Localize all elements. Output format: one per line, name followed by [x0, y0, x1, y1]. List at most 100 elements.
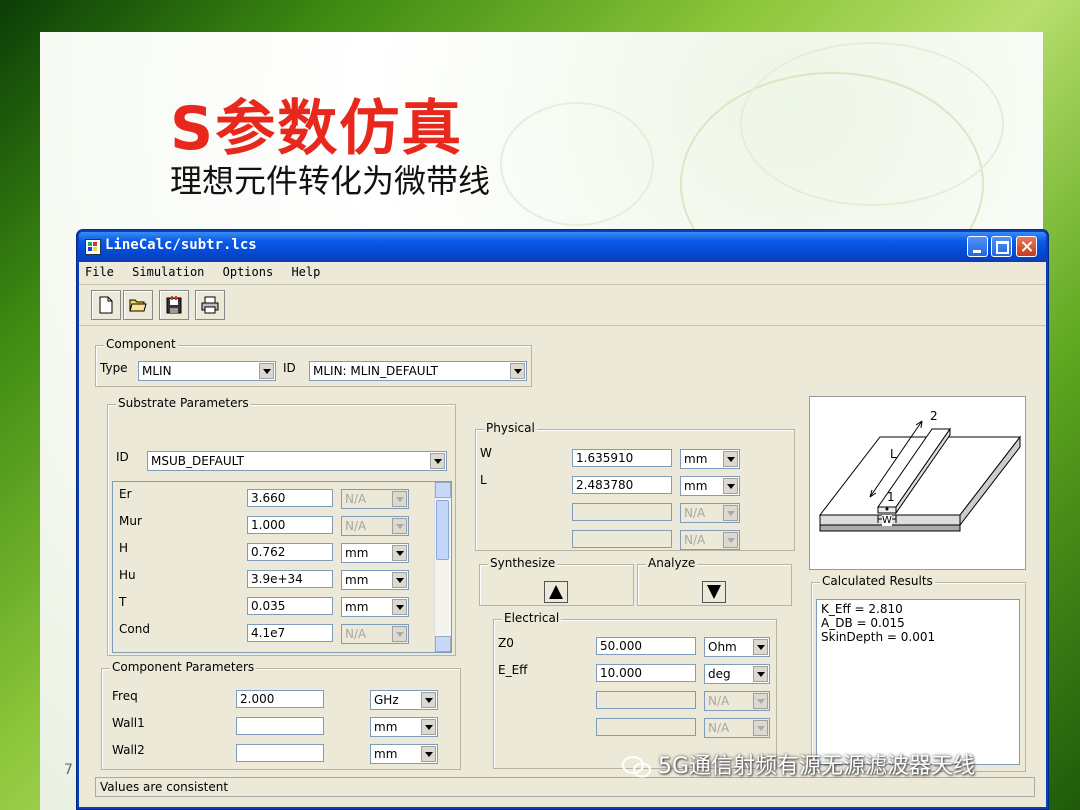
analyze-button[interactable] [702, 581, 726, 603]
param-name: Freq [112, 689, 138, 703]
decorative-swirl [500, 102, 654, 226]
chevron-down-icon[interactable] [753, 666, 768, 682]
chevron-down-icon[interactable] [723, 505, 738, 521]
length-label: L [890, 447, 897, 461]
open-button[interactable] [123, 290, 153, 320]
electrical-row: E_Eff 10.000 deg [494, 661, 774, 688]
maximize-button[interactable] [991, 236, 1012, 257]
scroll-thumb[interactable] [436, 500, 449, 560]
param-unit-select[interactable]: N/A [341, 516, 409, 536]
param-unit-select[interactable]: deg [704, 664, 770, 684]
chevron-down-icon[interactable] [723, 478, 738, 494]
param-unit-select[interactable]: mm [341, 597, 409, 617]
title-bar[interactable]: LineCalc/subtr.lcs [79, 232, 1046, 262]
param-value-input[interactable]: 50.000 [596, 637, 696, 655]
param-value-input[interactable]: 2.000 [236, 690, 324, 708]
substrate-row: H 0.762 mm [113, 540, 433, 567]
param-value-input[interactable]: 0.762 [247, 543, 333, 561]
param-unit-select[interactable]: mm [680, 476, 740, 496]
chevron-down-icon[interactable] [392, 491, 407, 507]
physical-group: Physical W 1.635910 mm L 2.483780 mm N/A… [475, 421, 795, 551]
chevron-down-icon[interactable] [421, 719, 436, 735]
param-value-input[interactable]: 10.000 [596, 664, 696, 682]
substrate-parameter-list[interactable]: Er 3.660 N/A Mur 1.000 N/A H 0.762 mm Hu… [112, 481, 452, 653]
substrate-id-value: MSUB_DEFAULT [151, 454, 244, 468]
scroll-up-icon[interactable] [435, 482, 451, 498]
param-value-input[interactable] [596, 718, 696, 736]
param-value-input[interactable] [236, 717, 324, 735]
param-name: E_Eff [498, 663, 528, 677]
param-value-input[interactable] [572, 503, 672, 521]
substrate-scrollbar[interactable] [434, 482, 451, 652]
param-value-input[interactable]: 0.035 [247, 597, 333, 615]
chevron-down-icon[interactable] [510, 363, 525, 379]
chevron-down-icon[interactable] [392, 572, 407, 588]
chevron-down-icon[interactable] [421, 692, 436, 708]
chevron-down-icon[interactable] [392, 545, 407, 561]
param-unit-select[interactable]: Ohm [704, 637, 770, 657]
synthesize-button[interactable] [544, 581, 568, 603]
substrate-group: Substrate Parameters ID MSUB_DEFAULT Er … [107, 396, 456, 656]
param-name: Wall1 [112, 716, 145, 730]
chevron-down-icon[interactable] [392, 599, 407, 615]
menu-simulation[interactable]: Simulation [126, 262, 209, 279]
param-name: Wall2 [112, 743, 145, 757]
minimize-button[interactable] [967, 236, 988, 257]
chevron-down-icon[interactable] [753, 693, 768, 709]
chevron-down-icon[interactable] [753, 639, 768, 655]
param-value-input[interactable]: 1.635910 [572, 449, 672, 467]
wechat-icon [622, 756, 651, 778]
param-unit-select[interactable]: N/A [704, 691, 770, 711]
component-param-row: Wall1 mm [102, 714, 452, 740]
menu-bar: File Simulation Options Help [79, 262, 1046, 285]
menu-options[interactable]: Options [217, 262, 279, 279]
component-id-select[interactable]: MLIN: MLIN_DEFAULT [309, 361, 527, 381]
substrate-id-select[interactable]: MSUB_DEFAULT [147, 451, 447, 471]
param-unit: mm [345, 573, 369, 587]
param-unit: N/A [708, 721, 730, 735]
param-value-input[interactable] [596, 691, 696, 709]
chevron-down-icon[interactable] [753, 720, 768, 736]
port-1-label: 1 [887, 490, 895, 504]
param-unit-select[interactable]: N/A [680, 530, 740, 550]
param-name: H [119, 541, 129, 555]
results-text-area[interactable]: K_Eff = 2.810 A_DB = 0.015 SkinDepth = 0… [816, 599, 1020, 765]
chevron-down-icon[interactable] [259, 363, 274, 379]
calculated-results-group: Calculated Results K_Eff = 2.810 A_DB = … [811, 574, 1026, 772]
param-unit-select[interactable]: mm [680, 449, 740, 469]
chevron-down-icon[interactable] [392, 518, 407, 534]
param-unit-select[interactable]: N/A [680, 503, 740, 523]
save-button[interactable] [159, 290, 189, 320]
param-unit-select[interactable]: N/A [341, 624, 409, 644]
chevron-down-icon[interactable] [723, 451, 738, 467]
param-value-input[interactable]: 1.000 [247, 516, 333, 534]
param-unit-select[interactable]: mm [341, 570, 409, 590]
chevron-down-icon[interactable] [430, 453, 445, 469]
param-value-input[interactable]: 3.660 [247, 489, 333, 507]
param-value-input[interactable]: 2.483780 [572, 476, 672, 494]
param-value-input[interactable] [572, 530, 672, 548]
menu-help[interactable]: Help [285, 262, 325, 279]
close-button[interactable] [1016, 236, 1037, 257]
param-unit: mm [374, 720, 398, 734]
chevron-down-icon[interactable] [392, 626, 407, 642]
chevron-down-icon[interactable] [421, 746, 436, 762]
param-unit-select[interactable]: mm [370, 717, 438, 737]
param-value-input[interactable]: 3.9e+34 [247, 570, 333, 588]
print-button[interactable] [195, 290, 225, 320]
param-unit-select[interactable]: mm [370, 744, 438, 764]
electrical-row: N/A [494, 715, 774, 742]
chevron-down-icon[interactable] [723, 532, 738, 548]
param-unit-select[interactable]: N/A [341, 489, 409, 509]
param-unit-select[interactable]: mm [341, 543, 409, 563]
menu-file[interactable]: File [79, 262, 119, 279]
param-unit-select[interactable]: N/A [704, 718, 770, 738]
param-value-input[interactable] [236, 744, 324, 762]
scroll-down-icon[interactable] [435, 636, 451, 652]
param-unit: N/A [345, 627, 367, 641]
param-unit-select[interactable]: GHz [370, 690, 438, 710]
param-value-input[interactable]: 4.1e7 [247, 624, 333, 642]
component-parameters-group: Component Parameters Freq 2.000 GHz Wall… [101, 660, 461, 770]
type-select[interactable]: MLIN [138, 361, 276, 381]
new-file-button[interactable] [91, 290, 121, 320]
